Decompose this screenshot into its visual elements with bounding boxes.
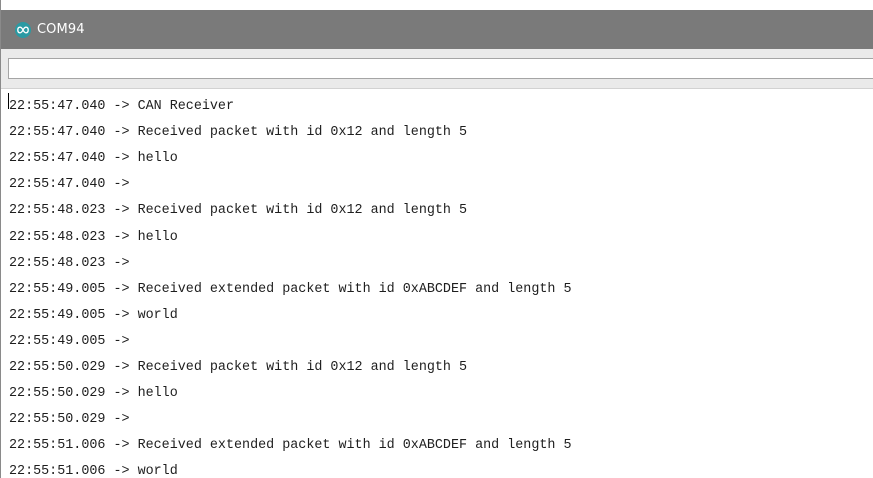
serial-log-line: 22:55:48.023 -> hello	[9, 229, 178, 245]
serial-log-line: 22:55:49.005 ->	[9, 333, 138, 349]
serial-log-line: 22:55:47.040 ->	[9, 177, 138, 193]
serial-output-area[interactable]: 22:55:47.040 -> CAN Receiver 22:55:47.040…	[1, 89, 873, 478]
serial-log-line: 22:55:49.005 -> world	[9, 307, 178, 323]
serial-log-line: 22:55:48.023 -> Received packet with id …	[9, 203, 468, 219]
send-toolbar	[1, 49, 873, 89]
serial-log-line: 22:55:50.029 -> Received packet with id …	[9, 360, 468, 375]
serial-log-line: 22:55:47.040 -> hello	[9, 151, 178, 167]
serial-log-line: 22:55:51.006 -> Received extended packet…	[9, 438, 572, 454]
serial-log-line: 22:55:51.006 -> world	[9, 464, 178, 478]
window-title: COM94	[37, 22, 85, 37]
arduino-infinity-icon	[15, 21, 31, 38]
serial-monitor-window: COM94 22:55:47.040 -> CAN Receiver 22:55:…	[0, 0, 873, 478]
serial-log-line: 22:55:48.023 ->	[9, 255, 138, 271]
serial-log-line: 22:55:47.040 -> Received packet with id …	[9, 125, 468, 141]
send-message-input[interactable]	[8, 58, 873, 79]
serial-log-line: 22:55:50.029 ->	[9, 412, 138, 428]
title-bar[interactable]: COM94	[1, 10, 873, 49]
serial-log-line: 22:55:50.029 -> hello	[9, 386, 178, 402]
serial-log-line: 22:55:47.040 -> CAN Receiver	[9, 99, 234, 114]
serial-log-line: 22:55:49.005 -> Received extended packet…	[9, 281, 572, 297]
